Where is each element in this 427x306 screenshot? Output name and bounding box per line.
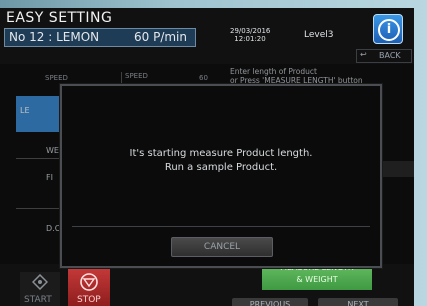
time-text: 12:01:20: [234, 35, 266, 43]
product-selector[interactable]: No 12 : LEMON 60 P/min: [4, 28, 196, 47]
date-text: 29/03/2016: [230, 27, 271, 35]
screen-title: EASY SETTING: [6, 10, 113, 26]
date-time: 29/03/2016 12:01:20: [230, 27, 270, 43]
cancel-button[interactable]: CANCEL: [171, 237, 273, 257]
back-button[interactable]: ↩ BACK: [356, 49, 412, 63]
start-label: START: [24, 295, 52, 305]
user-level: Level3: [304, 30, 334, 40]
back-label: BACK: [379, 51, 401, 60]
stop-label: STOP: [77, 295, 101, 305]
next-button[interactable]: NEXT: [318, 298, 398, 306]
start-icon: [32, 274, 48, 290]
info-button[interactable]: i: [373, 14, 403, 44]
dialog-message-line-2: Run a sample Product.: [164, 162, 278, 173]
dialog-message-line-1: It's starting measure Product length.: [129, 148, 313, 159]
info-icon: i: [378, 19, 400, 41]
measure-dialog: It's starting measure Product length. Ru…: [60, 84, 382, 268]
dialog-divider: [72, 226, 370, 227]
stop-icon: [80, 273, 98, 291]
previous-button[interactable]: PREVIOUS: [232, 298, 308, 306]
hmi-screen: EASY SETTING No 12 : LEMON 60 P/min 29/0…: [0, 8, 414, 306]
measure-button-line-2: & WEIGHT: [296, 275, 338, 284]
back-arrow-icon: ↩: [360, 50, 367, 59]
product-speed: 60 P/min: [134, 30, 187, 44]
product-name: No 12 : LEMON: [9, 30, 100, 44]
